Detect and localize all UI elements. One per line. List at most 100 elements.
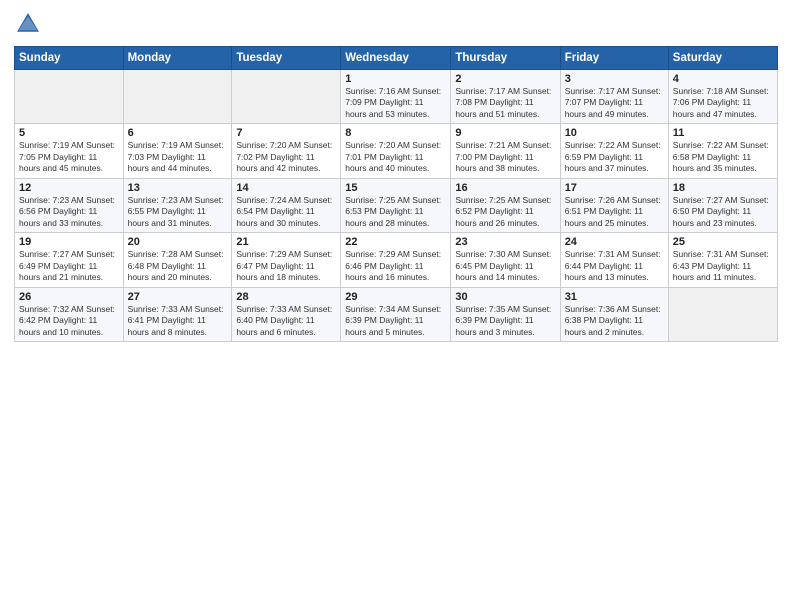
day-number: 29 xyxy=(345,291,446,303)
calendar-cell xyxy=(232,70,341,124)
calendar-cell: 27Sunrise: 7:33 AM Sunset: 6:41 PM Dayli… xyxy=(123,287,232,341)
day-info: Sunrise: 7:19 AM Sunset: 7:03 PM Dayligh… xyxy=(128,140,228,174)
day-number: 16 xyxy=(455,182,555,194)
calendar-cell: 7Sunrise: 7:20 AM Sunset: 7:02 PM Daylig… xyxy=(232,124,341,178)
day-info: Sunrise: 7:20 AM Sunset: 7:01 PM Dayligh… xyxy=(345,140,446,174)
calendar-cell: 21Sunrise: 7:29 AM Sunset: 6:47 PM Dayli… xyxy=(232,233,341,287)
day-info: Sunrise: 7:22 AM Sunset: 6:58 PM Dayligh… xyxy=(673,140,773,174)
calendar-cell: 2Sunrise: 7:17 AM Sunset: 7:08 PM Daylig… xyxy=(451,70,560,124)
day-info: Sunrise: 7:36 AM Sunset: 6:38 PM Dayligh… xyxy=(565,304,664,338)
day-number: 11 xyxy=(673,127,773,139)
day-number: 13 xyxy=(128,182,228,194)
day-info: Sunrise: 7:31 AM Sunset: 6:44 PM Dayligh… xyxy=(565,249,664,283)
day-info: Sunrise: 7:27 AM Sunset: 6:49 PM Dayligh… xyxy=(19,249,119,283)
day-info: Sunrise: 7:33 AM Sunset: 6:41 PM Dayligh… xyxy=(128,304,228,338)
calendar-cell: 5Sunrise: 7:19 AM Sunset: 7:05 PM Daylig… xyxy=(15,124,124,178)
day-header-thursday: Thursday xyxy=(451,47,560,70)
calendar-cell: 12Sunrise: 7:23 AM Sunset: 6:56 PM Dayli… xyxy=(15,178,124,232)
day-number: 18 xyxy=(673,182,773,194)
day-info: Sunrise: 7:28 AM Sunset: 6:48 PM Dayligh… xyxy=(128,249,228,283)
day-number: 20 xyxy=(128,236,228,248)
day-number: 17 xyxy=(565,182,664,194)
calendar-cell: 26Sunrise: 7:32 AM Sunset: 6:42 PM Dayli… xyxy=(15,287,124,341)
day-number: 5 xyxy=(19,127,119,139)
calendar-cell: 22Sunrise: 7:29 AM Sunset: 6:46 PM Dayli… xyxy=(341,233,451,287)
calendar-cell: 17Sunrise: 7:26 AM Sunset: 6:51 PM Dayli… xyxy=(560,178,668,232)
calendar-cell xyxy=(123,70,232,124)
calendar-cell: 8Sunrise: 7:20 AM Sunset: 7:01 PM Daylig… xyxy=(341,124,451,178)
day-number: 30 xyxy=(455,291,555,303)
day-info: Sunrise: 7:35 AM Sunset: 6:39 PM Dayligh… xyxy=(455,304,555,338)
calendar-cell: 11Sunrise: 7:22 AM Sunset: 6:58 PM Dayli… xyxy=(668,124,777,178)
calendar-cell: 23Sunrise: 7:30 AM Sunset: 6:45 PM Dayli… xyxy=(451,233,560,287)
calendar-cell: 13Sunrise: 7:23 AM Sunset: 6:55 PM Dayli… xyxy=(123,178,232,232)
day-number: 24 xyxy=(565,236,664,248)
logo xyxy=(14,10,46,38)
day-info: Sunrise: 7:24 AM Sunset: 6:54 PM Dayligh… xyxy=(236,195,336,229)
day-info: Sunrise: 7:34 AM Sunset: 6:39 PM Dayligh… xyxy=(345,304,446,338)
header xyxy=(14,10,778,38)
day-number: 25 xyxy=(673,236,773,248)
calendar-cell: 18Sunrise: 7:27 AM Sunset: 6:50 PM Dayli… xyxy=(668,178,777,232)
calendar-cell: 4Sunrise: 7:18 AM Sunset: 7:06 PM Daylig… xyxy=(668,70,777,124)
day-header-wednesday: Wednesday xyxy=(341,47,451,70)
calendar-cell: 10Sunrise: 7:22 AM Sunset: 6:59 PM Dayli… xyxy=(560,124,668,178)
calendar-cell: 16Sunrise: 7:25 AM Sunset: 6:52 PM Dayli… xyxy=(451,178,560,232)
day-info: Sunrise: 7:30 AM Sunset: 6:45 PM Dayligh… xyxy=(455,249,555,283)
calendar-cell: 3Sunrise: 7:17 AM Sunset: 7:07 PM Daylig… xyxy=(560,70,668,124)
calendar-cell: 15Sunrise: 7:25 AM Sunset: 6:53 PM Dayli… xyxy=(341,178,451,232)
day-number: 7 xyxy=(236,127,336,139)
day-number: 19 xyxy=(19,236,119,248)
day-number: 23 xyxy=(455,236,555,248)
day-info: Sunrise: 7:23 AM Sunset: 6:55 PM Dayligh… xyxy=(128,195,228,229)
calendar-cell: 14Sunrise: 7:24 AM Sunset: 6:54 PM Dayli… xyxy=(232,178,341,232)
day-info: Sunrise: 7:32 AM Sunset: 6:42 PM Dayligh… xyxy=(19,304,119,338)
calendar-header-row: SundayMondayTuesdayWednesdayThursdayFrid… xyxy=(15,47,778,70)
day-info: Sunrise: 7:25 AM Sunset: 6:53 PM Dayligh… xyxy=(345,195,446,229)
day-number: 21 xyxy=(236,236,336,248)
calendar-week-row: 1Sunrise: 7:16 AM Sunset: 7:09 PM Daylig… xyxy=(15,70,778,124)
calendar-cell: 1Sunrise: 7:16 AM Sunset: 7:09 PM Daylig… xyxy=(341,70,451,124)
calendar-cell: 25Sunrise: 7:31 AM Sunset: 6:43 PM Dayli… xyxy=(668,233,777,287)
day-info: Sunrise: 7:29 AM Sunset: 6:47 PM Dayligh… xyxy=(236,249,336,283)
logo-icon xyxy=(14,10,42,38)
calendar-cell: 24Sunrise: 7:31 AM Sunset: 6:44 PM Dayli… xyxy=(560,233,668,287)
calendar-week-row: 26Sunrise: 7:32 AM Sunset: 6:42 PM Dayli… xyxy=(15,287,778,341)
day-info: Sunrise: 7:31 AM Sunset: 6:43 PM Dayligh… xyxy=(673,249,773,283)
calendar-cell: 6Sunrise: 7:19 AM Sunset: 7:03 PM Daylig… xyxy=(123,124,232,178)
day-info: Sunrise: 7:18 AM Sunset: 7:06 PM Dayligh… xyxy=(673,86,773,120)
day-number: 1 xyxy=(345,73,446,85)
day-number: 8 xyxy=(345,127,446,139)
day-number: 26 xyxy=(19,291,119,303)
day-info: Sunrise: 7:19 AM Sunset: 7:05 PM Dayligh… xyxy=(19,140,119,174)
day-info: Sunrise: 7:22 AM Sunset: 6:59 PM Dayligh… xyxy=(565,140,664,174)
day-info: Sunrise: 7:21 AM Sunset: 7:00 PM Dayligh… xyxy=(455,140,555,174)
day-header-friday: Friday xyxy=(560,47,668,70)
calendar-cell: 28Sunrise: 7:33 AM Sunset: 6:40 PM Dayli… xyxy=(232,287,341,341)
calendar-cell: 30Sunrise: 7:35 AM Sunset: 6:39 PM Dayli… xyxy=(451,287,560,341)
calendar-cell: 20Sunrise: 7:28 AM Sunset: 6:48 PM Dayli… xyxy=(123,233,232,287)
day-number: 28 xyxy=(236,291,336,303)
day-number: 14 xyxy=(236,182,336,194)
day-info: Sunrise: 7:16 AM Sunset: 7:09 PM Dayligh… xyxy=(345,86,446,120)
calendar-cell: 29Sunrise: 7:34 AM Sunset: 6:39 PM Dayli… xyxy=(341,287,451,341)
calendar-week-row: 12Sunrise: 7:23 AM Sunset: 6:56 PM Dayli… xyxy=(15,178,778,232)
day-info: Sunrise: 7:23 AM Sunset: 6:56 PM Dayligh… xyxy=(19,195,119,229)
day-number: 27 xyxy=(128,291,228,303)
day-number: 10 xyxy=(565,127,664,139)
day-info: Sunrise: 7:17 AM Sunset: 7:08 PM Dayligh… xyxy=(455,86,555,120)
day-number: 2 xyxy=(455,73,555,85)
calendar-cell: 19Sunrise: 7:27 AM Sunset: 6:49 PM Dayli… xyxy=(15,233,124,287)
day-number: 22 xyxy=(345,236,446,248)
day-header-saturday: Saturday xyxy=(668,47,777,70)
day-header-tuesday: Tuesday xyxy=(232,47,341,70)
day-info: Sunrise: 7:33 AM Sunset: 6:40 PM Dayligh… xyxy=(236,304,336,338)
day-info: Sunrise: 7:20 AM Sunset: 7:02 PM Dayligh… xyxy=(236,140,336,174)
day-number: 9 xyxy=(455,127,555,139)
day-number: 6 xyxy=(128,127,228,139)
day-number: 4 xyxy=(673,73,773,85)
day-header-monday: Monday xyxy=(123,47,232,70)
calendar-cell: 31Sunrise: 7:36 AM Sunset: 6:38 PM Dayli… xyxy=(560,287,668,341)
day-number: 3 xyxy=(565,73,664,85)
day-info: Sunrise: 7:25 AM Sunset: 6:52 PM Dayligh… xyxy=(455,195,555,229)
